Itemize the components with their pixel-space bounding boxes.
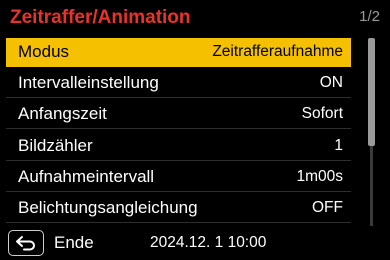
menu-item-value: Zeitrafferaufnahme xyxy=(212,43,343,60)
page-indicator: 1/2 xyxy=(359,8,380,25)
menu-item-label: Anfangszeit xyxy=(18,104,107,124)
menu-item-value: 1 xyxy=(334,136,343,154)
menu-item-bildzaehler[interactable]: Bildzähler 1 xyxy=(6,132,351,161)
scrollbar[interactable] xyxy=(364,38,380,228)
menu-item-value: 1m00s xyxy=(296,167,343,185)
menu-item-label: Bildzähler xyxy=(18,135,93,155)
exit-label: Ende xyxy=(54,233,94,252)
menu-item-value: Sofort xyxy=(301,105,343,123)
menu-item-belichtungsangleichung[interactable]: Belichtungsangleichung OFF xyxy=(6,194,351,223)
menu-header: Zeitraffer/Animation 1/2 xyxy=(0,0,390,38)
back-button[interactable] xyxy=(8,230,44,256)
menu-item-label: Modus xyxy=(18,42,70,61)
page-title: Zeitraffer/Animation xyxy=(10,7,191,28)
menu-item-label: Belichtungsangleichung xyxy=(18,197,198,217)
settings-menu: Modus Zeitrafferaufnahme Intervalleinste… xyxy=(6,38,351,225)
menu-item-modus[interactable]: Modus Zeitrafferaufnahme xyxy=(6,38,351,67)
menu-item-anfangszeit[interactable]: Anfangszeit Sofort xyxy=(6,100,351,130)
menu-item-label: Intervalleinstellung xyxy=(18,73,159,93)
return-arrow-icon xyxy=(16,236,35,251)
menu-item-value: OFF xyxy=(312,198,343,216)
footer-bar: Ende 2024.12. 1 10:00 xyxy=(0,228,390,260)
menu-item-aufnahmeintervall[interactable]: Aufnahmeintervall 1m00s xyxy=(6,163,351,192)
menu-item-value: ON xyxy=(319,74,343,92)
menu-item-label: Aufnahmeintervall xyxy=(18,166,155,186)
scrollbar-thumb[interactable] xyxy=(368,38,375,146)
menu-item-intervalleinstellung[interactable]: Intervalleinstellung ON xyxy=(6,69,351,99)
date-time: 2024.12. 1 10:00 xyxy=(150,234,267,251)
